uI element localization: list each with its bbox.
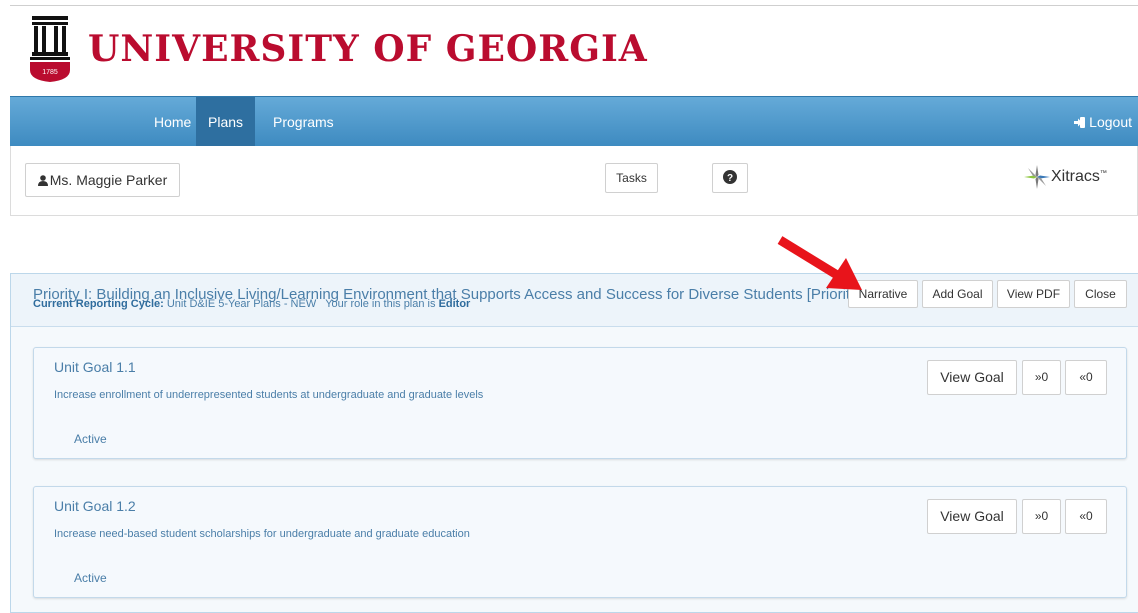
nav-programs[interactable]: Programs: [261, 97, 346, 147]
close-button[interactable]: Close: [1074, 280, 1127, 308]
nav-plans[interactable]: Plans: [196, 97, 256, 147]
user-name: Ms. Maggie Parker: [49, 172, 168, 188]
xitracs-tm: ™: [1099, 169, 1107, 177]
uga-arch-logo-icon: 1785: [30, 16, 70, 82]
goal-status: Active: [74, 432, 107, 446]
add-goal-button[interactable]: Add Goal: [922, 280, 993, 308]
goal-title: Unit Goal 1.1: [54, 359, 136, 375]
goal-title: Unit Goal 1.2: [54, 498, 136, 514]
help-button[interactable]: ?: [712, 163, 748, 193]
view-goal-button[interactable]: View Goal: [927, 499, 1017, 534]
university-title: UNIVERSITY OF GEORGIA: [88, 28, 648, 70]
xitracs-logo: Xitracs™: [1023, 164, 1107, 190]
prev-goal-button[interactable]: «0: [1065, 360, 1107, 395]
question-circle-icon: ?: [723, 170, 737, 184]
next-goal-button[interactable]: »0: [1022, 499, 1061, 534]
svg-text:?: ?: [727, 173, 733, 184]
reporting-cycle: Current Reporting Cycle: Unit D&IE 5-Yea…: [33, 298, 470, 310]
goal-description: Increase need-based student scholarships…: [54, 528, 470, 540]
role-text: Your role in this plan is: [325, 298, 436, 310]
goal-status: Active: [74, 571, 107, 585]
goal-card: Unit Goal 1.1 Increase enrollment of und…: [33, 347, 1127, 459]
logout-link[interactable]: Logout: [1062, 97, 1138, 147]
cycle-value: Unit D&IE 5-Year Plans - NEW: [166, 298, 317, 310]
goal-card: Unit Goal 1.2 Increase need-based studen…: [33, 486, 1127, 598]
sign-out-icon: [1074, 117, 1086, 128]
next-goal-button[interactable]: »0: [1022, 360, 1061, 395]
role-value: Editor: [438, 298, 471, 310]
user-toolbar: Ms. Maggie Parker Tasks ? Xitracs™: [10, 146, 1138, 216]
top-divider: [10, 5, 1138, 6]
goal-description: Increase enrollment of underrepresented …: [54, 389, 484, 401]
xitracs-star-icon: [1024, 165, 1050, 189]
nav-home[interactable]: Home: [142, 97, 203, 147]
view-pdf-button[interactable]: View PDF: [997, 280, 1070, 308]
user-icon: [37, 175, 48, 186]
plan-panel: Priority I: Building an Inclusive Living…: [10, 273, 1138, 613]
xitracs-text: Xitracs: [1051, 168, 1100, 185]
narrative-button[interactable]: Narrative: [848, 280, 918, 308]
svg-text:1785: 1785: [42, 69, 58, 76]
logout-label: Logout: [1089, 114, 1132, 130]
cycle-label: Current Reporting Cycle:: [33, 298, 164, 310]
prev-goal-button[interactable]: «0: [1065, 499, 1107, 534]
view-goal-button[interactable]: View Goal: [927, 360, 1017, 395]
user-profile-button[interactable]: Ms. Maggie Parker: [25, 163, 180, 197]
tasks-button[interactable]: Tasks: [605, 163, 658, 193]
top-navbar: Home Plans Programs Logout: [10, 96, 1138, 147]
